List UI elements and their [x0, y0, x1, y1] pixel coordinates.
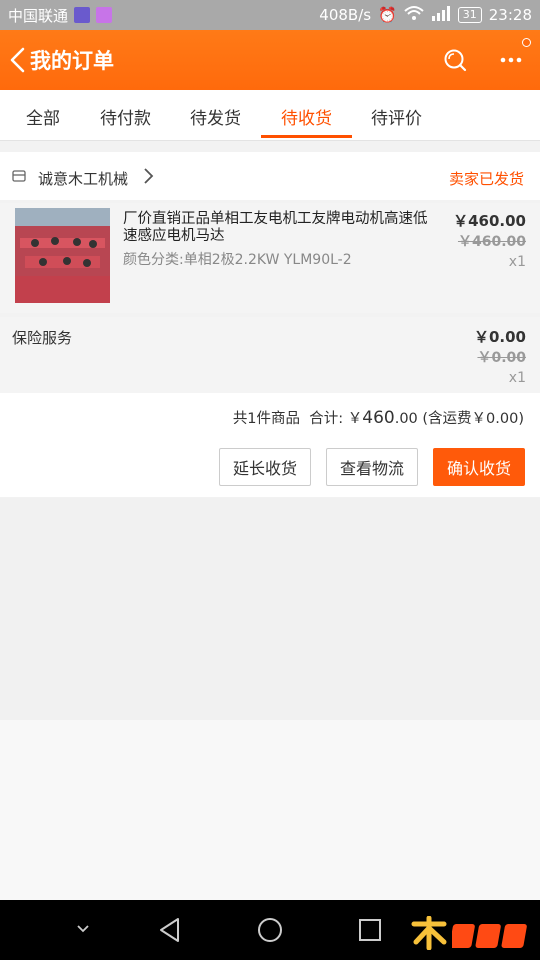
empty-area — [0, 498, 540, 720]
hide-keyboard-icon[interactable] — [74, 922, 92, 936]
order-tabs: 全部 待付款 待发货 待收货 待评价 — [0, 90, 540, 141]
order-status: 卖家已发货 — [448, 170, 524, 188]
watermark-logo-text — [452, 924, 527, 948]
signal-icon — [431, 5, 451, 25]
alarm-icon: ⏰ — [378, 6, 397, 24]
total-currency: ￥ — [347, 411, 363, 427]
item-price: ￥460.00 — [453, 212, 526, 230]
gallery-notification-icon — [96, 7, 113, 23]
total-label: 合计: — [309, 411, 344, 427]
order-summary: 共1件商品 合计: ￥460.00 (含运费￥0.00) 延长收货 查看物流 确… — [0, 393, 540, 497]
view-logistics-button[interactable]: 查看物流 — [326, 448, 418, 486]
confirm-receipt-button[interactable]: 确认收货 — [433, 448, 525, 486]
tab-pending-review[interactable]: 待评价 — [371, 104, 422, 129]
network-speed: 408B/s — [319, 6, 372, 24]
shipping-fee: (含运费￥0.00) — [422, 411, 524, 427]
tab-pending-shipment[interactable]: 待发货 — [190, 104, 241, 129]
app-header: 我的订单 — [0, 30, 540, 90]
wifi-icon — [404, 5, 424, 25]
tab-all[interactable]: 全部 — [26, 104, 60, 129]
active-tab-indicator — [261, 135, 352, 138]
product-sku: 颜色分类:单相2极2.2KW YLM90L-2 — [123, 252, 352, 268]
shop-icon — [12, 170, 26, 182]
clock: 23:28 — [488, 6, 532, 24]
item-count: 共1件商品 — [232, 411, 301, 427]
item-original-price: ￥460.00 — [457, 234, 526, 250]
insurance-original-price: ￥0.00 — [477, 350, 526, 366]
insurance-price: ￥0.00 — [473, 328, 526, 346]
total-amount: 460 — [362, 408, 395, 428]
extend-receipt-button[interactable]: 延长收货 — [219, 448, 311, 486]
nav-back-icon[interactable] — [158, 917, 182, 943]
insurance-row: 保险服务 ￥0.00 ￥0.00 x1 — [0, 317, 540, 393]
total-decimal: .00 — [394, 411, 418, 427]
order-total: 共1件商品 合计: ￥460.00 (含运费￥0.00) — [233, 407, 524, 428]
order-item[interactable]: 厂价直销正品单相工友电机工友牌电动机高速低速感应电机马达 颜色分类:单相2极2.… — [0, 203, 540, 313]
empty-area-lower — [0, 720, 540, 900]
item-quantity: x1 — [508, 254, 526, 270]
product-image[interactable] — [15, 208, 110, 303]
product-title[interactable]: 厂价直销正品单相工友电机工友牌电动机高速低速感应电机马达 — [123, 211, 433, 245]
battery-indicator: 31 — [457, 7, 482, 23]
search-icon[interactable] — [443, 48, 467, 72]
carrier-name: 中国联通 — [8, 6, 69, 25]
insurance-quantity: x1 — [508, 370, 526, 386]
shop-header[interactable]: 诚意木工机械 卖家已发货 — [0, 152, 540, 200]
app-notification-icon — [74, 7, 91, 23]
notification-dot — [522, 38, 531, 47]
more-options-icon[interactable] — [498, 48, 524, 72]
nav-recents-icon[interactable] — [358, 918, 382, 942]
status-bar: 中国联通 408B/s ⏰ 31 23:28 — [0, 0, 540, 30]
insurance-label: 保险服务 — [12, 329, 73, 347]
tab-pending-receipt[interactable]: 待收货 — [281, 104, 332, 129]
page-title: 我的订单 — [30, 49, 114, 73]
nav-home-icon[interactable] — [257, 917, 283, 943]
watermark-logo-icon — [411, 916, 447, 950]
shop-name[interactable]: 诚意木工机械 — [38, 168, 128, 189]
chevron-right-icon — [144, 168, 154, 184]
tab-pending-payment[interactable]: 待付款 — [100, 104, 151, 129]
back-arrow-icon[interactable] — [8, 47, 28, 73]
